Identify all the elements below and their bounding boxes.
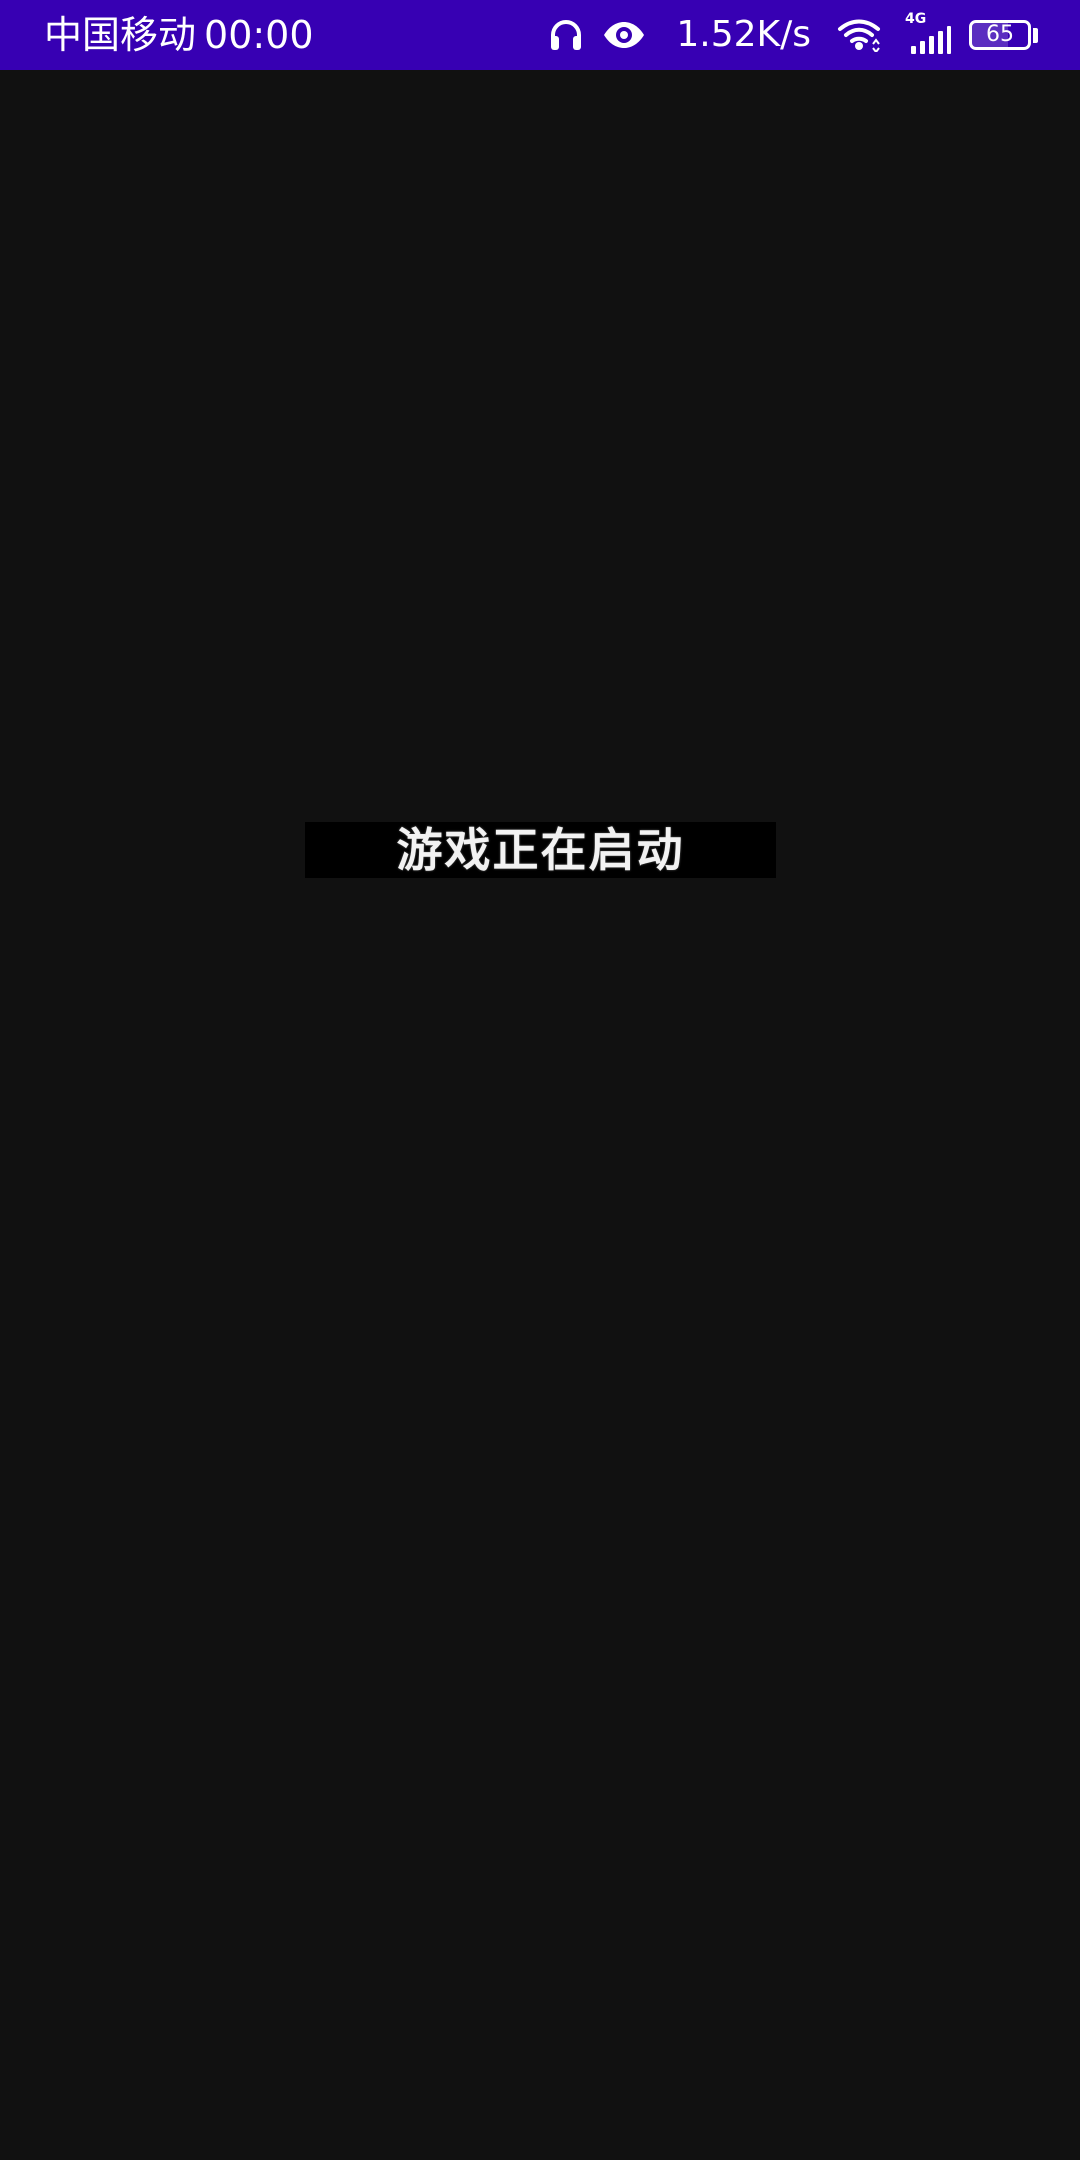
cellular-signal-icon: 4G — [899, 12, 951, 56]
status-bar-left: 中国移动 00:00 — [44, 0, 314, 70]
battery-level-text: 65 — [986, 22, 1014, 47]
battery-body: 65 — [969, 20, 1031, 50]
status-bar-right: 1.52K/s 4G 65 — [548, 0, 1038, 70]
status-bar: 中国移动 00:00 1.52K/s 4G 65 — [0, 0, 1080, 70]
wifi-icon — [837, 18, 881, 52]
game-launch-screen: 中国移动 00:00 1.52K/s 4G 65 游戏正在启动 — [0, 0, 1080, 2160]
status-time: 00:00 — [204, 13, 314, 57]
network-speed: 1.52K/s — [676, 14, 811, 55]
game-loading-message: 游戏正在启动 — [396, 823, 685, 877]
eye-icon — [602, 20, 646, 50]
headphones-icon — [548, 18, 584, 52]
game-loading-banner: 游戏正在启动 — [305, 822, 776, 878]
battery-tip — [1033, 27, 1038, 43]
battery-icon: 65 — [969, 20, 1038, 50]
carrier-name: 中国移动 — [44, 13, 197, 57]
